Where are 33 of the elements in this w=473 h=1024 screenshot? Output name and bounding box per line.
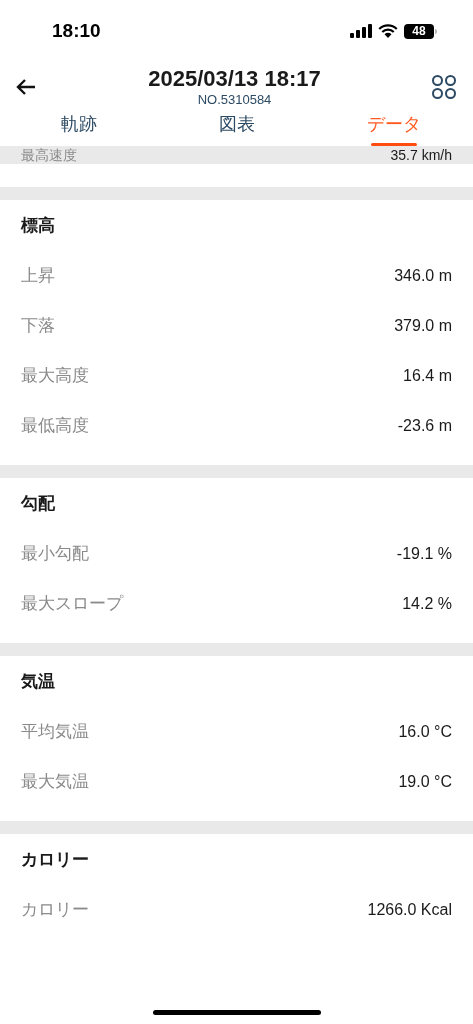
- wifi-icon: [378, 24, 398, 38]
- row-label: 最高速度: [21, 147, 77, 163]
- row-label: 最低高度: [21, 415, 89, 438]
- signal-icon: [350, 24, 372, 38]
- section-title: 気温: [21, 670, 56, 693]
- header-subtitle: NO.5310584: [197, 92, 272, 108]
- row-label: カロリー: [21, 899, 89, 922]
- row-value: 19.0 °C: [398, 772, 452, 792]
- grid-menu-button[interactable]: [431, 74, 457, 100]
- row-label: 平均気温: [21, 721, 89, 744]
- row-value: -19.1 %: [396, 544, 452, 564]
- row-label: 最大気温: [21, 771, 89, 794]
- section-title: 標高: [21, 214, 56, 237]
- status-time: 18:10: [52, 18, 101, 43]
- row-label: 上昇: [21, 265, 55, 288]
- row-value: 1266.0 Kcal: [367, 900, 452, 920]
- row-value: 379.0 m: [394, 316, 452, 336]
- row-label: 最小勾配: [21, 543, 89, 566]
- battery-icon: 48: [404, 23, 437, 39]
- header-title: 2025/03/13 18:17: [148, 66, 321, 92]
- row-value: 16.4 m: [403, 366, 452, 386]
- row-label: 最大スロープ: [21, 593, 123, 616]
- row-value: 35.7 km/h: [390, 147, 452, 163]
- row-label: 下落: [21, 315, 55, 338]
- tab[interactable]: 軌跡: [0, 112, 158, 146]
- row-value: 14.2 %: [402, 594, 452, 614]
- row-value: 16.0 °C: [398, 722, 452, 742]
- row-value: 346.0 m: [394, 266, 452, 286]
- section-title: カロリー: [21, 848, 90, 871]
- tab[interactable]: 図表: [157, 112, 316, 146]
- row-label: 最大高度: [21, 365, 89, 388]
- row-value: -23.6 m: [397, 416, 452, 436]
- section-title: 勾配: [21, 492, 56, 515]
